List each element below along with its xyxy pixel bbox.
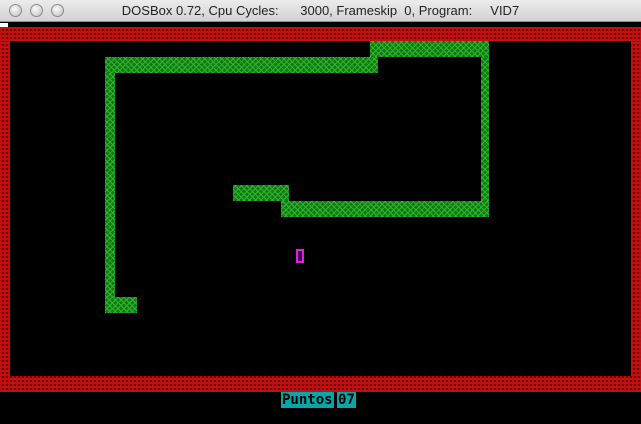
- window-titlebar: DOSBox 0.72, Cpu Cycles: 3000, Frameskip…: [0, 0, 641, 22]
- snake-segment: [105, 57, 378, 73]
- dos-screen[interactable]: Puntos 07: [0, 23, 641, 424]
- wall-bottom: [0, 376, 641, 392]
- snake-head: [233, 185, 289, 201]
- snake-segment: [105, 73, 115, 313]
- wall-top: [0, 27, 641, 41]
- snake-segment: [370, 41, 489, 57]
- window-title: DOSBox 0.72, Cpu Cycles: 3000, Frameskip…: [121, 3, 520, 18]
- snake-segment: [281, 201, 489, 217]
- snake-segment: [105, 297, 137, 313]
- snake-segment: [481, 57, 489, 217]
- food-item: [296, 249, 304, 263]
- wall-left: [0, 41, 10, 384]
- wall-right: [631, 41, 641, 384]
- score-value: 07: [337, 392, 356, 408]
- score-label: Puntos: [281, 392, 334, 408]
